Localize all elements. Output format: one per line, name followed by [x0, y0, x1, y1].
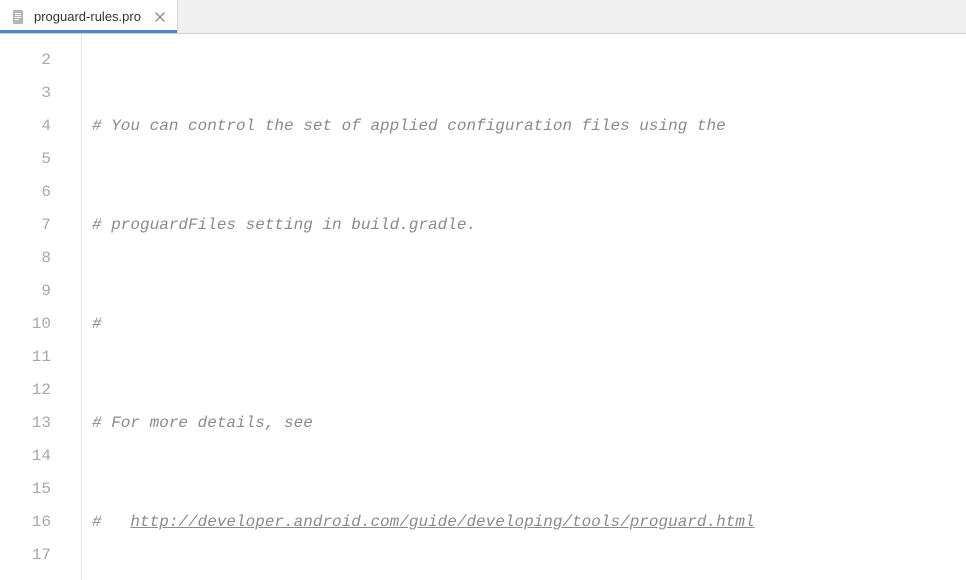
- line-number: 14: [0, 440, 81, 473]
- line-number: 8: [0, 242, 81, 275]
- tab-bar: proguard-rules.pro: [0, 0, 966, 34]
- line-number: 7: [0, 209, 81, 242]
- code-line: # http://developer.android.com/guide/dev…: [92, 506, 966, 539]
- line-number: 15: [0, 473, 81, 506]
- code-line: #: [92, 308, 966, 341]
- line-number: 5: [0, 143, 81, 176]
- code-line: # proguardFiles setting in build.gradle.: [92, 209, 966, 242]
- code-line: # For more details, see: [92, 407, 966, 440]
- code-area[interactable]: # You can control the set of applied con…: [82, 34, 966, 580]
- editor: 234567891011121314151617 # You can contr…: [0, 34, 966, 580]
- line-number: 11: [0, 341, 81, 374]
- code-line: # You can control the set of applied con…: [92, 110, 966, 143]
- line-number: 10: [0, 308, 81, 341]
- line-number: 16: [0, 506, 81, 539]
- line-number: 6: [0, 176, 81, 209]
- tab-label: proguard-rules.pro: [34, 9, 141, 24]
- line-number: 17: [0, 539, 81, 572]
- line-number: 4: [0, 110, 81, 143]
- line-number: 3: [0, 77, 81, 110]
- line-number: 13: [0, 407, 81, 440]
- line-number: 12: [0, 374, 81, 407]
- line-number: 2: [0, 44, 81, 77]
- tab-proguard-rules[interactable]: proguard-rules.pro: [0, 0, 178, 33]
- file-icon: [10, 9, 26, 25]
- line-number: 9: [0, 275, 81, 308]
- close-icon[interactable]: [153, 10, 167, 24]
- gutter: 234567891011121314151617: [0, 34, 82, 580]
